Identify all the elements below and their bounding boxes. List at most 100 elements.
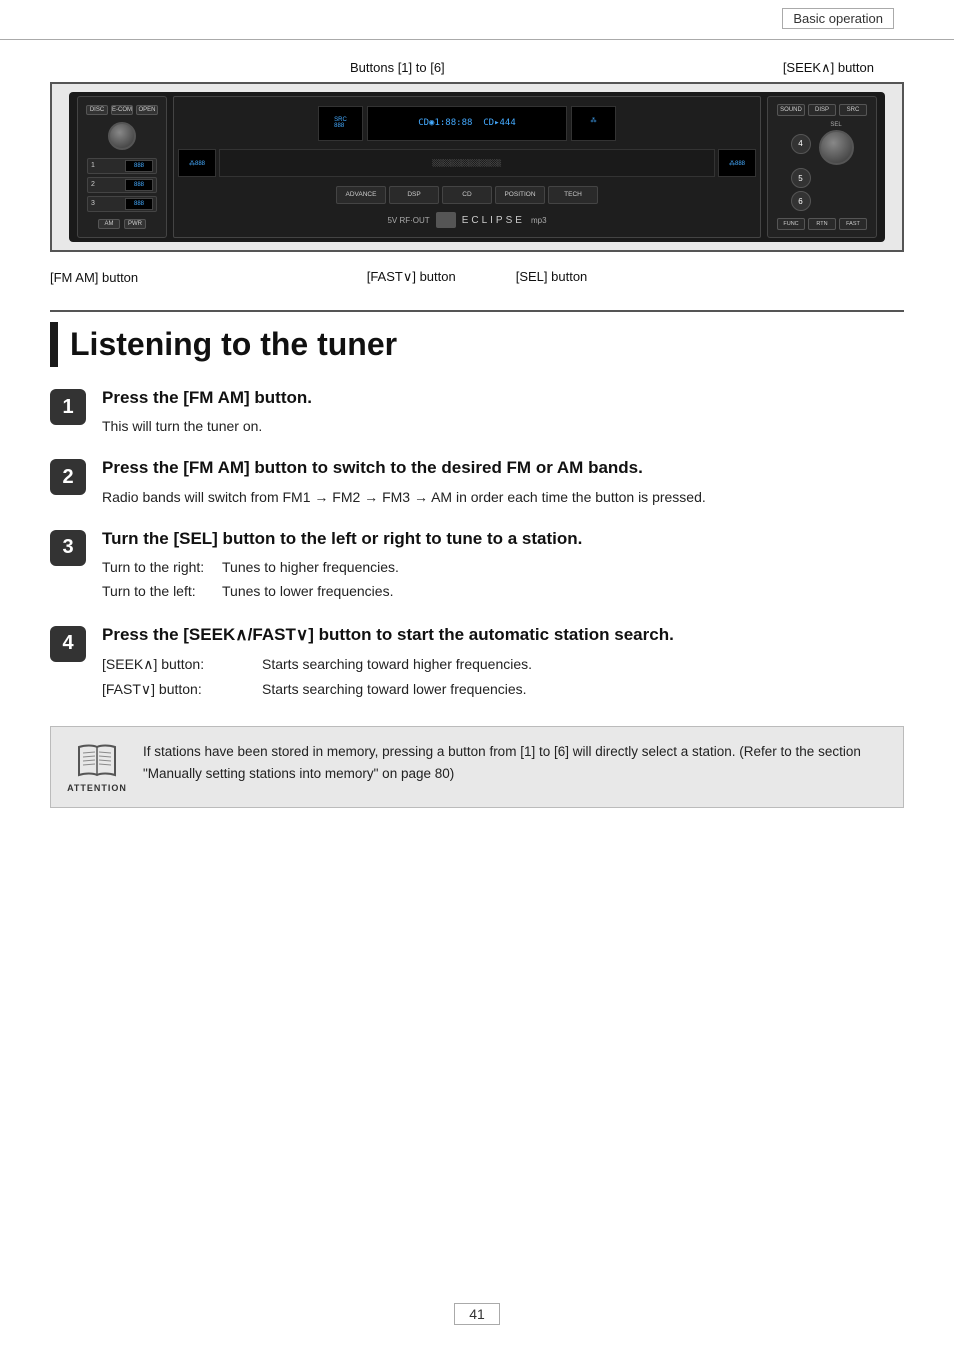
right-number-buttons: 4 SEL 5 6 — [791, 122, 854, 211]
section-title-area: Listening to the tuner — [50, 310, 904, 367]
vol-knob — [108, 122, 136, 150]
center-display-row: SRC888 CD◉1:88:88 CD▸444 ⁂ — [178, 106, 756, 141]
steps-container: 1 Press the [FM AM] button. This will tu… — [50, 387, 904, 702]
num-row-3: 6 — [791, 191, 854, 211]
stereo-right-panel: SOUND DISP SRC 4 SEL — [767, 96, 877, 237]
seek-button-label: [SEEK∧] button: — [102, 652, 262, 677]
right-sub-disp: ⁂888 — [718, 149, 756, 177]
stereo-top-buttons: DISC E-COM OPEN — [86, 105, 158, 115]
diagram-label-buttons: Buttons [1] to [6] — [350, 60, 445, 75]
step-1-number: 1 — [50, 389, 86, 425]
fast-btn: FAST — [839, 218, 867, 230]
eclipse-label: ECLIPSE — [462, 215, 525, 226]
func-btn: FUNC — [777, 218, 805, 230]
step-2-heading: Press the [FM AM] button to switch to th… — [102, 457, 904, 479]
am-button: AM — [98, 219, 120, 229]
am-pwr-buttons: AM PWR — [98, 219, 146, 229]
step-2-number: 2 — [50, 459, 86, 495]
right-bottom-buttons: FUNC RTN FAST — [777, 218, 867, 230]
step-2-description: Radio bands will switch from FM1 → FM2 →… — [102, 486, 904, 508]
step-3-turns: Turn to the right: Tunes to higher frequ… — [102, 556, 904, 604]
src-btn: SRC — [839, 104, 867, 116]
display-2: 888 — [125, 179, 153, 191]
sel-label: [SEL] button — [516, 269, 588, 285]
turn-left: Turn to the left: Tunes to lower frequen… — [102, 580, 904, 604]
turn-left-label: Turn to the left: — [102, 580, 222, 604]
src-display: SRC888 — [318, 106, 363, 141]
seek-item: [SEEK∧] button: Starts searching toward … — [102, 652, 904, 677]
btn-1: 1888 — [87, 158, 157, 174]
center-button-row: ADVANCE DSP CD POSITION TECH — [336, 186, 598, 204]
sel-knob — [819, 130, 854, 165]
fast-button-label: [FAST∨] button: — [102, 677, 262, 702]
num-5: 5 — [791, 168, 811, 188]
cd-btn: CD — [442, 186, 492, 204]
step-1-description: This will turn the tuner on. — [102, 415, 904, 437]
display-3: 888 — [125, 198, 153, 210]
num-row-1: 4 SEL — [791, 122, 854, 165]
step-1: 1 Press the [FM AM] button. This will tu… — [50, 387, 904, 437]
left-sub-disp: ⁂888 — [178, 149, 216, 177]
step-4: 4 Press the [SEEK∧/FAST∨] button to star… — [50, 624, 904, 702]
sel-area: SEL — [819, 122, 854, 165]
header-bar: Basic operation — [0, 0, 954, 40]
section-title: Listening to the tuner — [70, 327, 397, 362]
attention-label: ATTENTION — [67, 783, 127, 793]
step-3-number: 3 — [50, 530, 86, 566]
freq-display: ░░░░░░░░░░░░░░░░░░░ — [219, 149, 715, 177]
step-1-content: Press the [FM AM] button. This will turn… — [102, 387, 904, 437]
book-icon — [75, 741, 119, 779]
num-row-2: 5 — [791, 168, 854, 188]
content-area: Buttons [1] to [6] [SEEK∧] button DISC E… — [50, 40, 904, 808]
btn-2: 2888 — [87, 177, 157, 193]
attention-icon-area: ATTENTION — [67, 741, 127, 793]
step-2-content: Press the [FM AM] button to switch to th… — [102, 457, 904, 507]
diagram-label-seek: [SEEK∧] button — [783, 60, 874, 76]
diagram-label-fmam: [FM AM] button — [50, 270, 138, 285]
step-3: 3 Turn the [SEL] button to the left or r… — [50, 528, 904, 604]
sel-text: SEL — [830, 122, 841, 128]
fast-button-value: Starts searching toward lower frequencie… — [262, 677, 527, 702]
step-4-details: [SEEK∧] button: Starts searching toward … — [102, 652, 904, 702]
main-display: CD◉1:88:88 CD▸444 — [367, 106, 567, 141]
step-4-heading: Press the [SEEK∧/FAST∨] button to start … — [102, 624, 904, 646]
turn-right-label: Turn to the right: — [102, 556, 222, 580]
num-4: 4 — [791, 134, 811, 154]
disc-button: DISC — [86, 105, 108, 115]
disp-btn-r: DISP — [808, 104, 836, 116]
seek-button-value: Starts searching toward higher frequenci… — [262, 652, 532, 677]
position-btn: POSITION — [495, 186, 545, 204]
stereo-left-panel: DISC E-COM OPEN 1888 2888 — [77, 96, 167, 237]
sound-btn: SOUND — [777, 104, 805, 116]
btn-3: 3888 — [87, 196, 157, 212]
center-sub-row: ⁂888 ░░░░░░░░░░░░░░░░░░░ ⁂888 — [178, 149, 756, 177]
fast-item: [FAST∨] button: Starts searching toward … — [102, 677, 904, 702]
step-4-number: 4 — [50, 626, 86, 662]
mp3-label: mp3 — [531, 216, 547, 225]
turn-right-value: Tunes to higher frequencies. — [222, 556, 904, 580]
turn-right: Turn to the right: Tunes to higher frequ… — [102, 556, 904, 580]
open-button: OPEN — [136, 105, 158, 115]
disp-btn: DSP — [389, 186, 439, 204]
pwr-button: PWR — [124, 219, 146, 229]
step-3-heading: Turn the [SEL] button to the left or rig… — [102, 528, 904, 550]
ecom-button: E-COM — [111, 105, 133, 115]
tech-btn: TECH — [548, 186, 598, 204]
turn-left-value: Tunes to lower frequencies. — [222, 580, 904, 604]
cd-display: ⁂ — [571, 106, 616, 141]
diagram-section: Buttons [1] to [6] [SEEK∧] button DISC E… — [50, 60, 904, 290]
device-image: DISC E-COM OPEN 1888 2888 — [50, 82, 904, 252]
page-number: 41 — [454, 1303, 500, 1325]
step-2: 2 Press the [FM AM] button to switch to … — [50, 457, 904, 507]
step-4-content: Press the [SEEK∧/FAST∨] button to start … — [102, 624, 904, 702]
stereo-left-buttons: 1888 2888 3888 — [87, 158, 157, 212]
diagram-label-bottom: [FAST∨] button [SEL] button — [367, 269, 588, 285]
stereo-inner: DISC E-COM OPEN 1888 2888 — [52, 84, 902, 250]
advance-btn: ADVANCE — [336, 186, 386, 204]
page-footer: 41 — [0, 1303, 954, 1325]
fast-label: [FAST∨] button — [367, 269, 456, 285]
attention-text: If stations have been stored in memory, … — [143, 741, 887, 784]
stereo-center-panel: SRC888 CD◉1:88:88 CD▸444 ⁂ ⁂888 ░░░░░░░░… — [173, 96, 761, 237]
attention-box: ATTENTION If stations have been stored i… — [50, 726, 904, 808]
rtn-btn: RTN — [808, 218, 836, 230]
